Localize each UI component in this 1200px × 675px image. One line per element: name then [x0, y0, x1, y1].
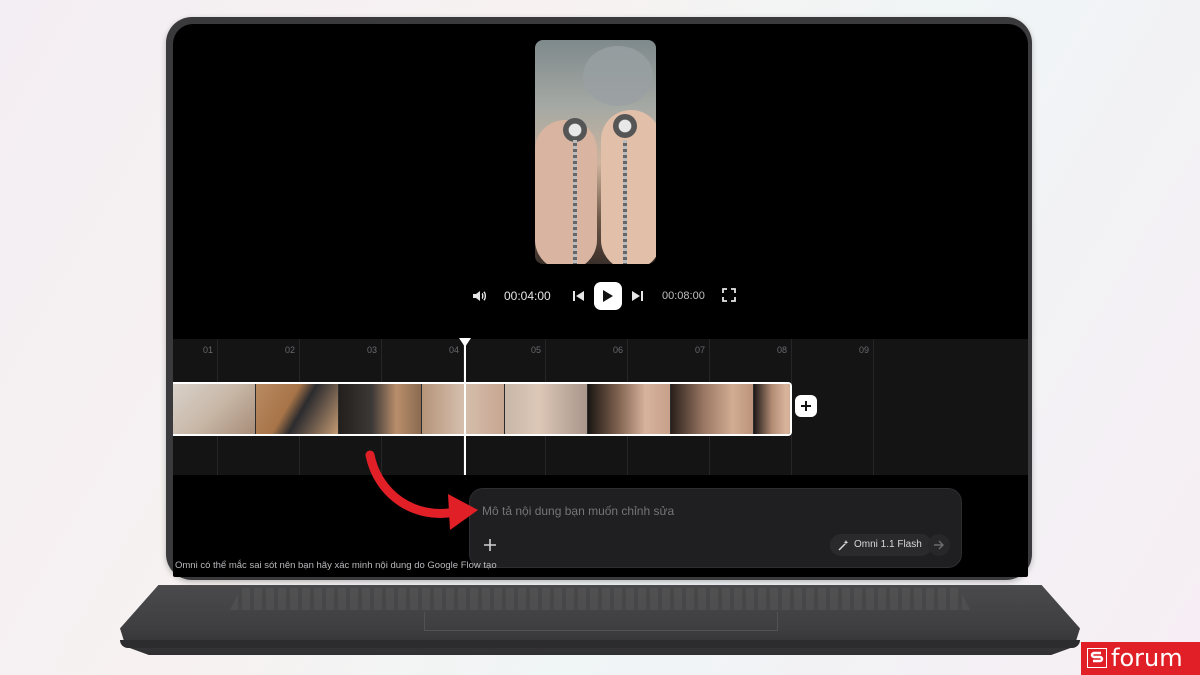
timeline-gridline: [873, 339, 874, 475]
add-clip-button[interactable]: [795, 395, 817, 417]
timeline-tick-label: 03: [367, 345, 378, 355]
model-selector[interactable]: Omni 1.1 Flash: [830, 534, 932, 556]
clip-thumbnail: [173, 384, 256, 434]
clip-thumbnail: [256, 384, 339, 434]
sforum-s-icon: [1087, 648, 1107, 668]
arrow-right-icon: [934, 540, 944, 550]
plus-icon: [801, 401, 811, 411]
magic-wand-icon: [838, 540, 849, 551]
timeline[interactable]: 01 02 03 04 05 06 07 08 09: [173, 338, 1028, 475]
laptop-keyboard: [230, 588, 970, 610]
laptop-base-edge: [120, 640, 1080, 648]
timeline-tick-label: 06: [613, 345, 624, 355]
timeline-tick-label: 01: [203, 345, 214, 355]
clip-thumbnail: [339, 384, 422, 434]
playhead-handle[interactable]: [459, 338, 471, 347]
timeline-tick-label: 05: [531, 345, 542, 355]
timeline-tick-label: 09: [859, 345, 870, 355]
preview-cable-left: [573, 140, 577, 264]
skip-previous-icon[interactable]: [572, 288, 586, 304]
timeline-tick-label: 08: [777, 345, 788, 355]
annotation-arrow: [365, 450, 478, 530]
preview-cable-right: [623, 140, 627, 264]
current-time: 00:04:00: [504, 289, 551, 303]
prompt-box: Omni 1.1 Flash: [469, 488, 962, 568]
timeline-tick-label: 07: [695, 345, 706, 355]
total-time: 00:08:00: [662, 290, 705, 302]
video-clip-strip[interactable]: [173, 382, 792, 436]
model-label: Omni 1.1 Flash: [854, 539, 922, 550]
preview-hand-left: [535, 120, 597, 264]
clip-thumbnail: [588, 384, 671, 434]
preview-earbud-left: [563, 118, 587, 142]
app-screen: 00:04:00 00:08:00 01 02 03 04 05 06 07 0…: [173, 24, 1028, 577]
sforum-logo: forum: [1081, 642, 1200, 675]
disclaimer-text: Omni có thể mắc sai sót nên bạn hãy xác …: [175, 560, 497, 571]
play-button[interactable]: [594, 282, 622, 310]
timeline-tick-label: 04: [449, 345, 460, 355]
volume-icon[interactable]: [471, 288, 487, 304]
play-icon: [603, 290, 613, 302]
laptop-trackpad: [424, 612, 778, 631]
clip-thumbnail: [505, 384, 588, 434]
sforum-logo-text: forum: [1111, 644, 1183, 672]
preview-earbud-right: [613, 114, 637, 138]
fullscreen-icon[interactable]: [722, 288, 736, 302]
send-button[interactable]: [928, 534, 950, 556]
skip-next-icon[interactable]: [630, 288, 644, 304]
player-controls: 00:04:00 00:08:00: [173, 282, 1028, 310]
clip-thumbnail: [671, 384, 754, 434]
preview-background: [583, 46, 653, 106]
prompt-input[interactable]: [482, 504, 922, 518]
timeline-tick-label: 02: [285, 345, 296, 355]
clip-thumbnail: [754, 384, 790, 434]
video-preview[interactable]: [535, 40, 656, 264]
